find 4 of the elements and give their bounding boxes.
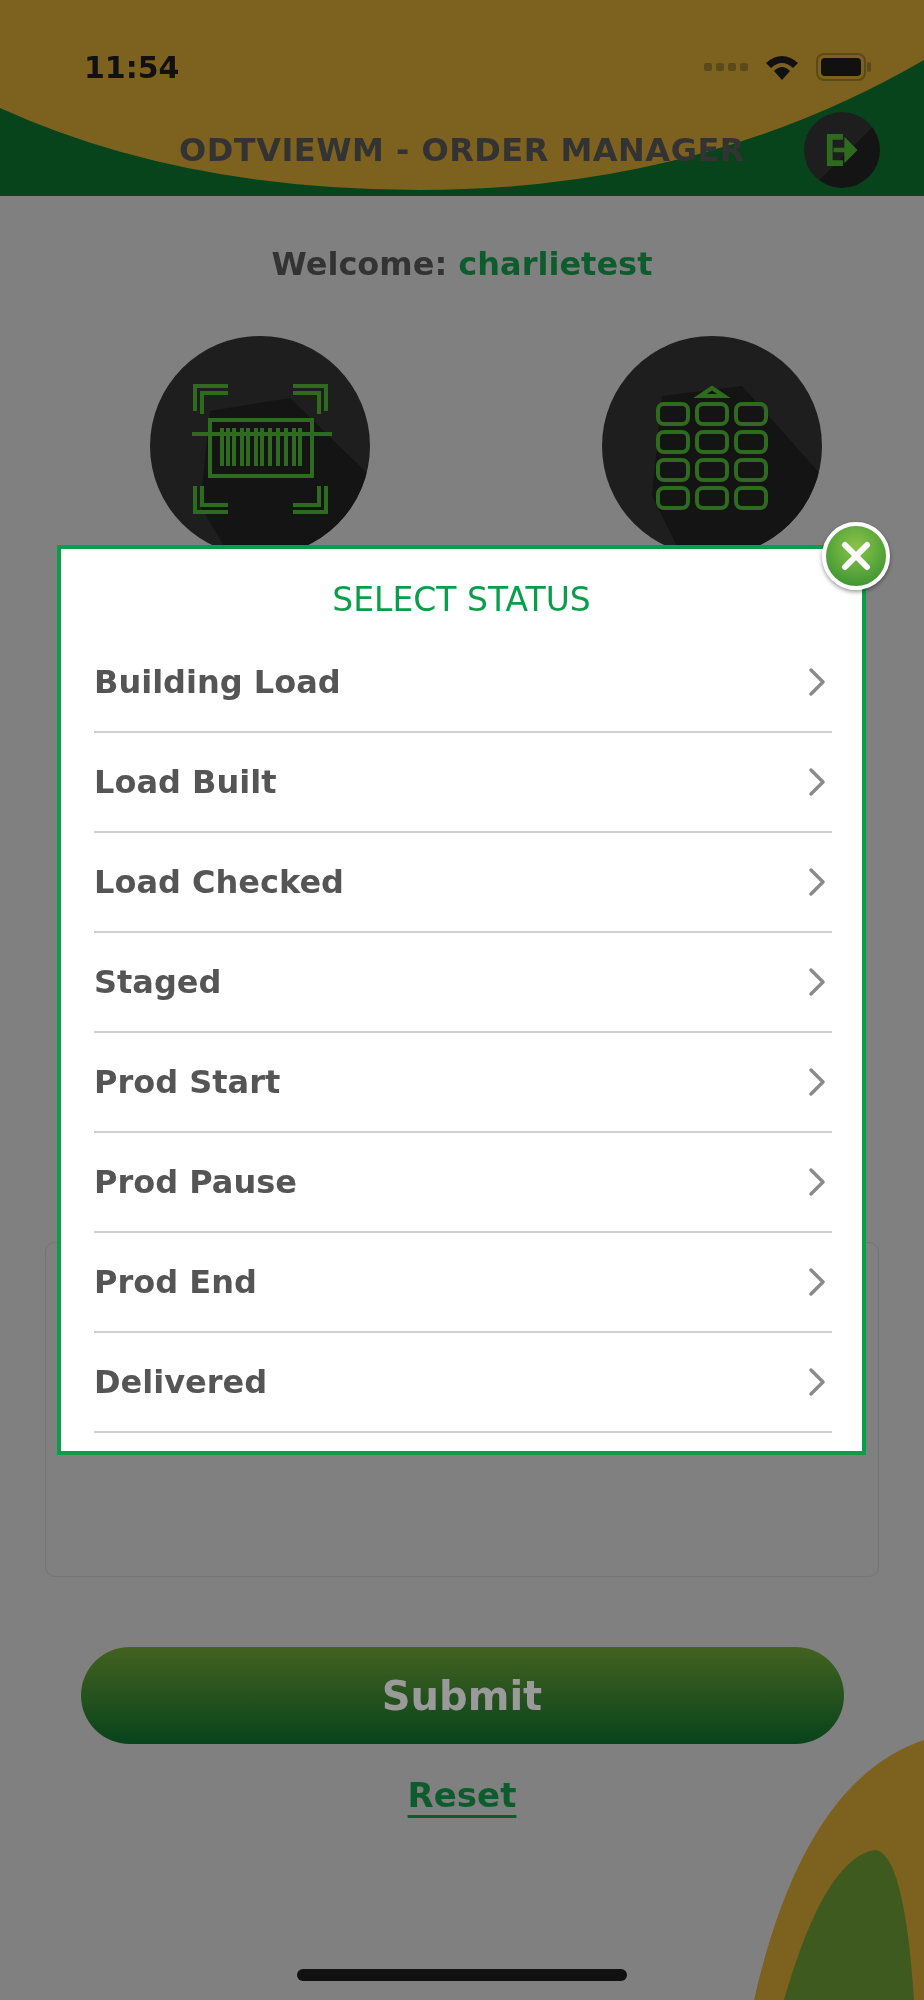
- username: charlietest: [458, 245, 653, 283]
- dialog-title: SELECT STATUS: [331, 579, 592, 621]
- welcome-label: Welcome:: [271, 245, 448, 283]
- status-time: 11:54: [84, 48, 180, 87]
